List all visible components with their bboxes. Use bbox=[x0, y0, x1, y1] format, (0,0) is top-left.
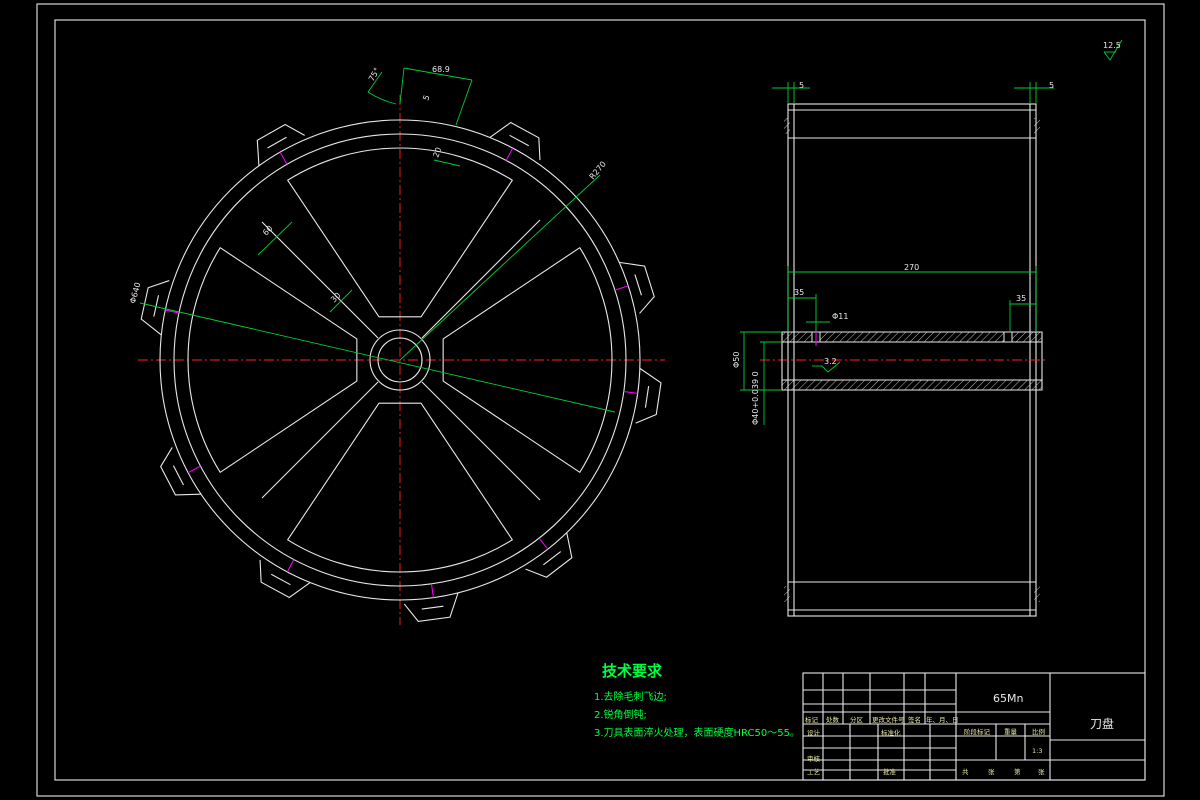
scale-text: 1:3 bbox=[1032, 747, 1042, 755]
dim-text-total-width: 270 bbox=[904, 263, 919, 272]
svg-text:12.5: 12.5 bbox=[1103, 41, 1121, 50]
dim-ext-line bbox=[455, 79, 473, 126]
row-label-approve: 批准 bbox=[883, 767, 897, 776]
rim-hatch bbox=[1034, 586, 1040, 602]
material-text: 65Mn bbox=[993, 692, 1023, 705]
blade-marks bbox=[165, 147, 638, 598]
hole-right bbox=[1003, 331, 1013, 343]
header-label: 分区 bbox=[850, 715, 864, 724]
spoke-line bbox=[421, 381, 541, 501]
dim-arc-angle bbox=[367, 91, 397, 105]
row-label-design: 设计 bbox=[807, 728, 821, 737]
stage-label: 阶段标记 bbox=[964, 727, 991, 736]
blade-edge bbox=[634, 274, 643, 296]
blade-hook bbox=[619, 261, 655, 314]
part-name-text: 刀盘 bbox=[1090, 716, 1114, 731]
dim-text-angle: 75° bbox=[367, 66, 382, 83]
spoke-line bbox=[261, 221, 379, 339]
header-label: 签名 bbox=[908, 715, 921, 724]
blade-edge bbox=[270, 573, 291, 586]
hub-section-top bbox=[781, 331, 1043, 343]
blade-mark bbox=[623, 390, 638, 394]
header-label: 年、月、日 bbox=[926, 715, 959, 724]
sheet-label: 共 bbox=[962, 767, 969, 776]
blade-mark bbox=[614, 285, 629, 291]
dim-text-right-step: 35 bbox=[1016, 294, 1026, 303]
sheet-label: 第 bbox=[1014, 767, 1021, 776]
side-view bbox=[760, 103, 1048, 617]
title-block: 65Mn 刀盘 标记 处数 分区 更改文件号 签名 年、月、日 设计 标准化 审… bbox=[802, 672, 1146, 781]
weight-label: 重量 bbox=[1004, 728, 1018, 736]
surface-finish-text: 3.2 bbox=[824, 357, 837, 366]
row-label-review: 审核 bbox=[807, 754, 821, 763]
dim-text-left-step: 35 bbox=[794, 288, 804, 297]
blade-mark bbox=[187, 465, 201, 474]
tech-req-item-1: 1.去除毛刺飞边; bbox=[594, 690, 667, 703]
blade-edge bbox=[644, 386, 650, 408]
cad-drawing: Φ640 R270 60 30 68.9 75° 5 20 5 5 270 35… bbox=[36, 3, 1165, 797]
blade-mark bbox=[430, 583, 434, 598]
dim-text-d50: Φ50 bbox=[732, 352, 741, 368]
blade-mark bbox=[286, 559, 295, 573]
blade-mark bbox=[279, 151, 288, 165]
sheet-label: 张 bbox=[1038, 767, 1045, 776]
dim-text-blade-small: 5 bbox=[421, 94, 431, 102]
blade-hook bbox=[259, 559, 311, 599]
tech-req-item-3: 3.刀具表面淬火处理，表面硬度HRC50～55。 bbox=[594, 726, 800, 739]
dim-line-diameter bbox=[139, 302, 616, 413]
blade-mark bbox=[538, 537, 549, 550]
dim-text-margin-left: 5 bbox=[799, 81, 804, 90]
dim-text-radius: R270 bbox=[588, 160, 608, 182]
blade-hooks bbox=[140, 121, 662, 622]
dim-text-diameter: Φ640 bbox=[128, 281, 142, 304]
inner-frame bbox=[54, 19, 1146, 781]
hub-section-bottom bbox=[781, 379, 1043, 391]
header-label: 更改文件号 bbox=[872, 715, 905, 724]
dim-text-d40: Φ40+0.039 0 bbox=[751, 371, 760, 425]
header-label: 处数 bbox=[826, 715, 840, 724]
dim-text-margin-right: 5 bbox=[1049, 81, 1054, 90]
blade-hook bbox=[525, 532, 573, 578]
spoke-line bbox=[261, 381, 379, 499]
blade-hook bbox=[489, 121, 541, 161]
blade-hook bbox=[403, 592, 459, 622]
rim-hatch bbox=[784, 118, 790, 134]
dim-line-radius bbox=[399, 174, 601, 361]
blade-edge bbox=[509, 134, 530, 147]
dim-line-blade-depth bbox=[433, 159, 461, 167]
front-view bbox=[138, 95, 665, 625]
rim-hatch bbox=[1034, 118, 1040, 134]
blade-edge bbox=[421, 605, 444, 610]
dim-text-hole: Φ11 bbox=[832, 312, 848, 321]
row-label-standard: 标准化 bbox=[881, 728, 901, 737]
dim-line-spoke-width bbox=[257, 221, 293, 256]
tech-req-title: 技术要求 bbox=[602, 662, 663, 680]
ratio-label: 比例 bbox=[1032, 727, 1045, 736]
blade-edge bbox=[267, 136, 287, 149]
dim-ext-line bbox=[399, 67, 405, 105]
row-label-process: 工艺 bbox=[807, 768, 821, 776]
side-dimensions: 5 5 270 35 35 Φ11 Φ50 Φ40+0.039 0 3.2 bbox=[732, 81, 1054, 425]
header-label: 标记 bbox=[805, 715, 819, 724]
blade-edge bbox=[543, 551, 562, 566]
blade-hook bbox=[256, 123, 305, 166]
dim-text-blade-depth: 20 bbox=[431, 146, 443, 159]
roughness-symbol: 12.5 bbox=[1103, 39, 1123, 61]
sheet-label: 张 bbox=[988, 767, 995, 776]
dim-text-blade-width: 68.9 bbox=[432, 65, 450, 74]
technical-requirements: 技术要求 1.去除毛刺飞边; 2.锐角倒钝; 3.刀具表面淬火处理，表面硬度HR… bbox=[594, 662, 800, 739]
tech-req-item-2: 2.锐角倒钝; bbox=[594, 708, 647, 721]
dim-text-spoke-inner: 30 bbox=[329, 291, 343, 305]
rim-hatch bbox=[784, 586, 790, 602]
spoke-line bbox=[421, 219, 541, 339]
blade-edge bbox=[172, 465, 184, 486]
dim-text-spoke-width: 60 bbox=[261, 224, 275, 238]
blade-mark bbox=[505, 147, 514, 161]
outer-frame bbox=[36, 3, 1165, 797]
